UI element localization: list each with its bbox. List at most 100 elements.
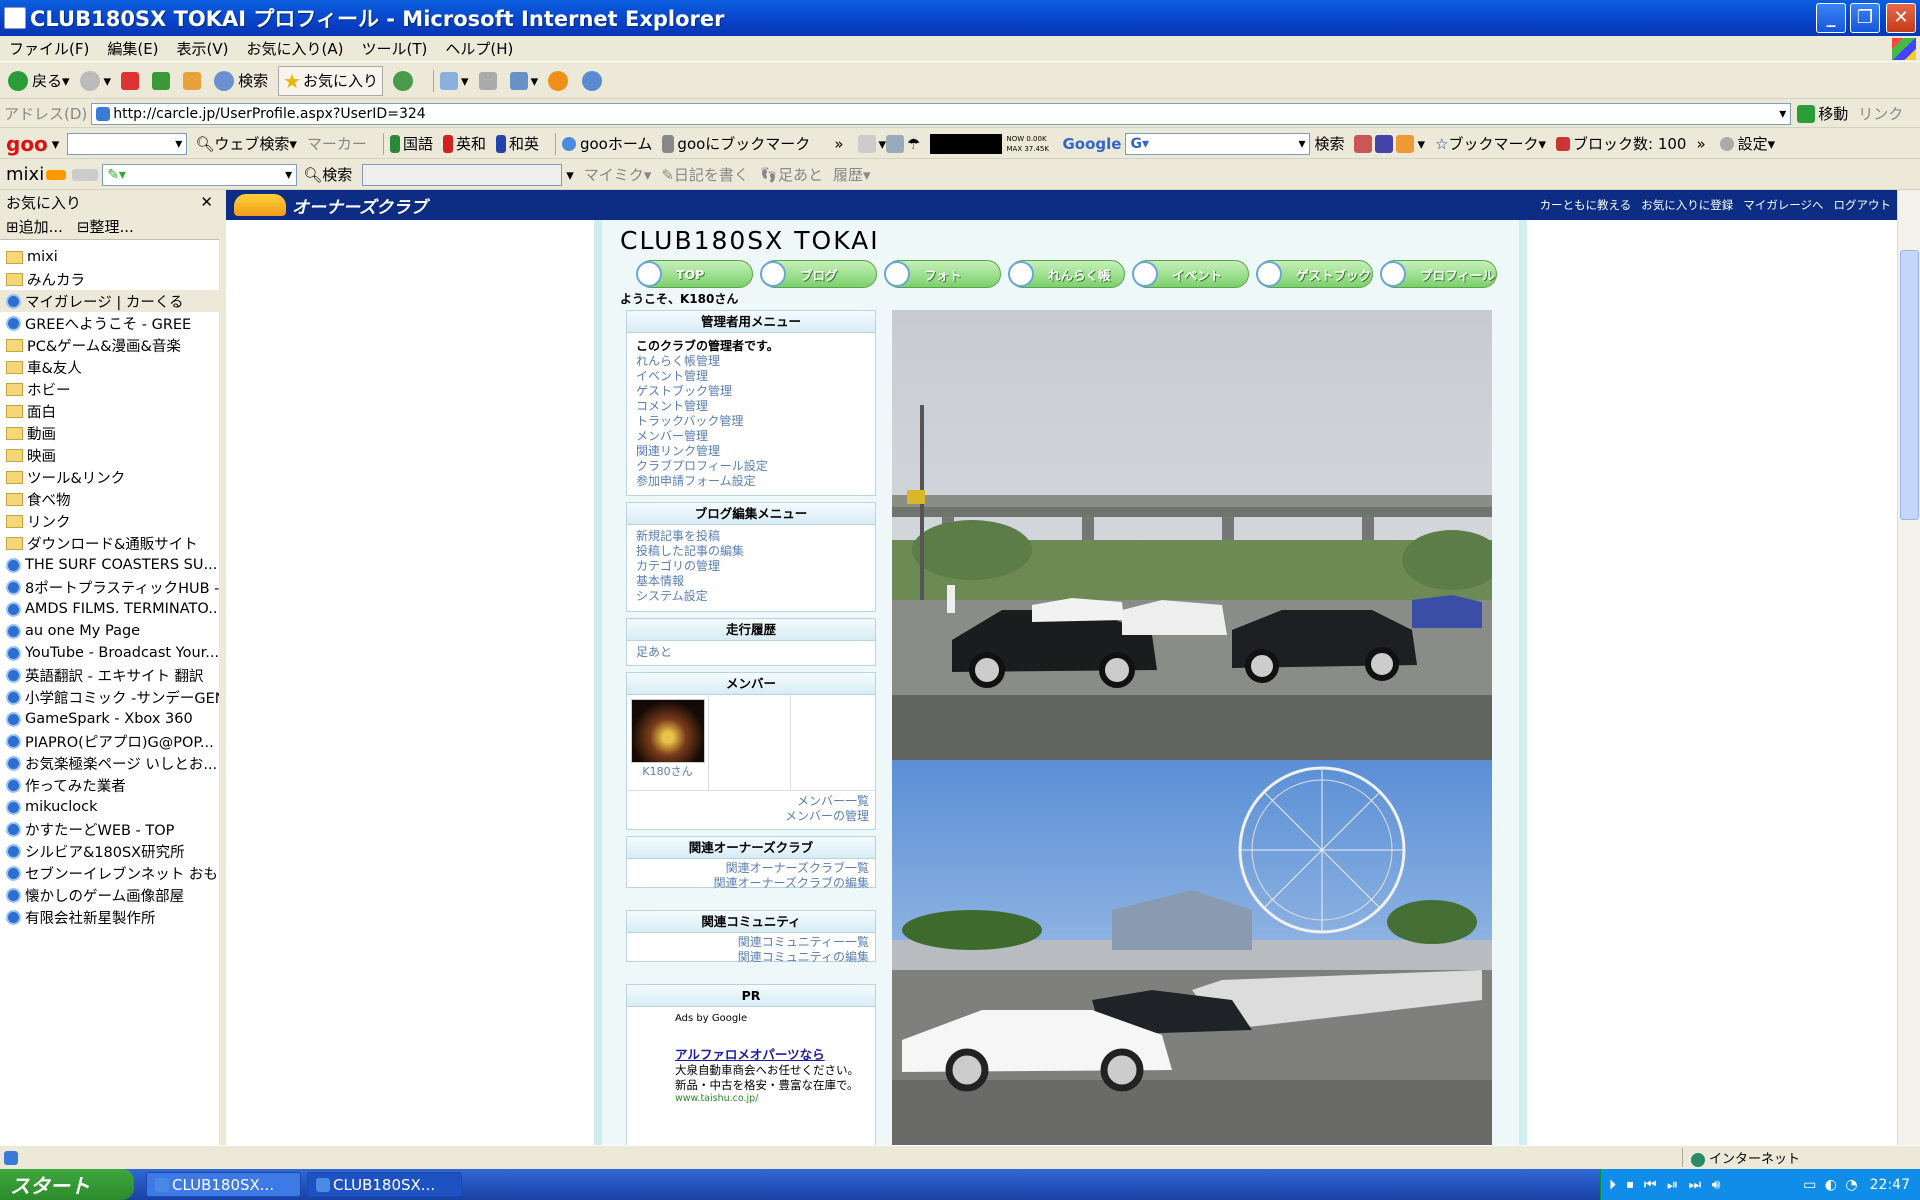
history-button[interactable] [393,70,417,91]
mixi-mymiku-button[interactable]: マイミク ▾ [584,164,652,185]
goo-bookmark-button[interactable]: gooにブックマーク [662,133,810,154]
favorites-item[interactable]: AMDS FILMS. TERMINATO... [0,598,219,620]
related-clubs-edit-link[interactable]: 関連オーナーズクラブの編集 [627,876,875,891]
favorites-folder[interactable]: リンク [0,510,219,532]
mixi-search-input[interactable]: ✎▾ ▾ [102,163,298,186]
favorites-folder[interactable]: ダウンロード&通販サイト [0,532,219,554]
addon-button[interactable] [548,70,572,91]
related-clubs-list-link[interactable]: 関連オーナーズクラブ一覧 [627,859,875,876]
go-button[interactable]: 移動 [1797,103,1848,124]
nav-tab-6[interactable]: プロフィール [1380,260,1497,288]
favorites-item[interactable]: シルビア&180SX研究所 [0,840,219,862]
member-list-link[interactable]: メンバー一覧 [627,791,875,809]
menu-edit[interactable]: 編集(E) [98,38,167,59]
back-button[interactable]: 戻る ▾ [8,70,70,91]
mixi-ashiato-button[interactable]: 👣︎ 足あと [759,164,823,185]
menu-favorites[interactable]: お気に入り(A) [238,38,353,59]
goo-eiwa-button[interactable]: 英和 [442,133,486,154]
maximize-button[interactable]: ❐ [1850,3,1880,33]
blog-link[interactable]: 投稿した記事の編集 [627,544,875,559]
organize-favorites-button[interactable]: ⊟整理... [77,216,134,237]
mixi-search-button[interactable]: 🔍︎ 検索 [303,164,352,185]
favorites-folder[interactable]: 面白 [0,400,219,422]
scrollbar-thumb[interactable] [1900,250,1919,520]
member-card[interactable]: K180さん [627,695,709,790]
favorites-item[interactable]: 小学館コミック -サンデーGEN... [0,686,219,708]
admin-link[interactable]: コメント管理 [627,399,875,414]
favorites-item[interactable]: お気楽極楽ページ いしとお... [0,752,219,774]
blog-link[interactable]: カテゴリの管理 [627,559,875,574]
print-button[interactable] [478,71,500,90]
google-tool-icons[interactable]: ▾ [1354,134,1425,153]
favorites-item[interactable]: セブンーイレブンネット おもち... [0,862,219,884]
window-title-bar[interactable]: CLUB180SX TOKAI プロフィール - Microsoft Inter… [0,0,1920,36]
mail-button[interactable]: ▾ [440,71,469,90]
links-label[interactable]: リンク [1858,103,1903,124]
tray-icons[interactable]: ▭ ◐ ◔ [1803,1177,1860,1193]
blog-link[interactable]: 基本情報 [627,574,875,589]
favorites-item[interactable]: マイガレージ | カーくる [0,290,219,312]
favorites-folder[interactable]: 動画 [0,422,219,444]
google-search-button[interactable]: 検索 [1314,133,1344,154]
nav-tab-1[interactable]: ブログ [760,260,877,288]
settings-button[interactable]: 設定 ▾ [1719,133,1775,154]
owners-club-logo[interactable]: オーナーズクラブ [292,193,427,218]
favorites-item[interactable]: 有限会社新星製作所 [0,906,219,928]
favorites-item[interactable]: GameSpark - Xbox 360 [0,708,219,730]
google-search-input[interactable]: G▾ ▾ [1125,132,1311,155]
taskbar-item-ie-2[interactable]: CLUB180SX... [307,1172,462,1197]
ad-url[interactable]: www.taishu.co.jp/ [627,1093,875,1104]
favorites-folder[interactable]: ホビー [0,378,219,400]
admin-link[interactable]: ゲストブック管理 [627,384,875,399]
favorites-folder[interactable]: ツール&リンク [0,466,219,488]
blog-link[interactable]: システム設定 [627,589,875,604]
admin-link[interactable]: イベント管理 [627,369,875,384]
minimize-button[interactable]: _ [1816,3,1846,33]
admin-link[interactable]: トラックバック管理 [627,414,875,429]
favorites-item[interactable]: THE SURF COASTERS SU... [0,554,219,576]
admin-link[interactable]: メンバー管理 [627,429,875,444]
mixi-diary-button[interactable]: ✎ 日記を書く [661,164,749,185]
related-community-list-link[interactable]: 関連コミュニティー一覧 [627,933,875,950]
menu-file[interactable]: ファイル(F) [0,38,98,59]
ashiato-link[interactable]: 足あと [627,641,875,660]
address-input[interactable]: http://carcle.jp/UserProfile.aspx?UserID… [91,102,1792,125]
nav-tab-2[interactable]: フォト [884,260,1001,288]
home-button[interactable] [183,71,204,90]
bookmarks-button[interactable]: ☆ ブックマーク ▾ [1435,133,1546,154]
admin-link[interactable]: 関連リンク管理 [627,444,875,459]
favorites-item[interactable]: かすたーどWEB - TOP [0,818,219,840]
stop-button[interactable] [121,71,142,90]
menu-view[interactable]: 表示(V) [168,38,238,59]
favorites-folder[interactable]: mixi [0,246,219,268]
popup-blocked-button[interactable]: ブロック数: 100 [1556,133,1686,154]
goo-extra-buttons[interactable]: ▾ ☂ [857,134,920,153]
header-link-recommend[interactable]: カーともに教える [1540,197,1632,213]
menu-help[interactable]: ヘルプ(H) [436,38,522,59]
goo-marker-button[interactable]: マーカー [307,133,367,154]
mixi-history-button[interactable]: 履歴 ▾ [833,164,871,185]
favorites-button[interactable]: ★ お気に入り [278,65,384,96]
member-manage-link[interactable]: メンバーの管理 [627,809,875,824]
refresh-button[interactable] [152,71,173,90]
menu-tools[interactable]: ツール(T) [352,38,436,59]
media-controls[interactable]: ⏵ ⏹ ⏮ ⏯ ⏭ 🔊︎ [1601,1177,1723,1193]
search-button[interactable]: 検索 [214,70,268,91]
mixi-text-input[interactable] [362,163,563,186]
member-name[interactable]: K180さん [627,763,708,779]
taskbar-item-ie-1[interactable]: CLUB180SX... [146,1172,301,1197]
goo-web-search-button[interactable]: 🔍︎ ウェブ検索 ▾ [195,133,297,154]
favorites-item[interactable]: YouTube - Broadcast Your... [0,642,219,664]
header-link-add-favorite[interactable]: お気に入りに登録 [1641,197,1733,213]
favorites-folder[interactable]: みんカラ [0,268,219,290]
start-button[interactable]: スタート [0,1169,134,1200]
favorites-item[interactable]: 英語翻訳 - エキサイト 翻訳 [0,664,219,686]
close-icon[interactable]: ✕ [200,193,213,211]
favorites-folder[interactable]: 食べ物 [0,488,219,510]
blog-link[interactable]: 新規記事を投稿 [627,529,875,544]
favorites-folder[interactable]: 車&友人 [0,356,219,378]
goo-logo[interactable]: goo [6,132,48,156]
messenger-button[interactable] [582,70,606,91]
nav-tab-0[interactable]: TOP [636,260,753,288]
related-community-edit-link[interactable]: 関連コミュニティの編集 [627,950,875,965]
